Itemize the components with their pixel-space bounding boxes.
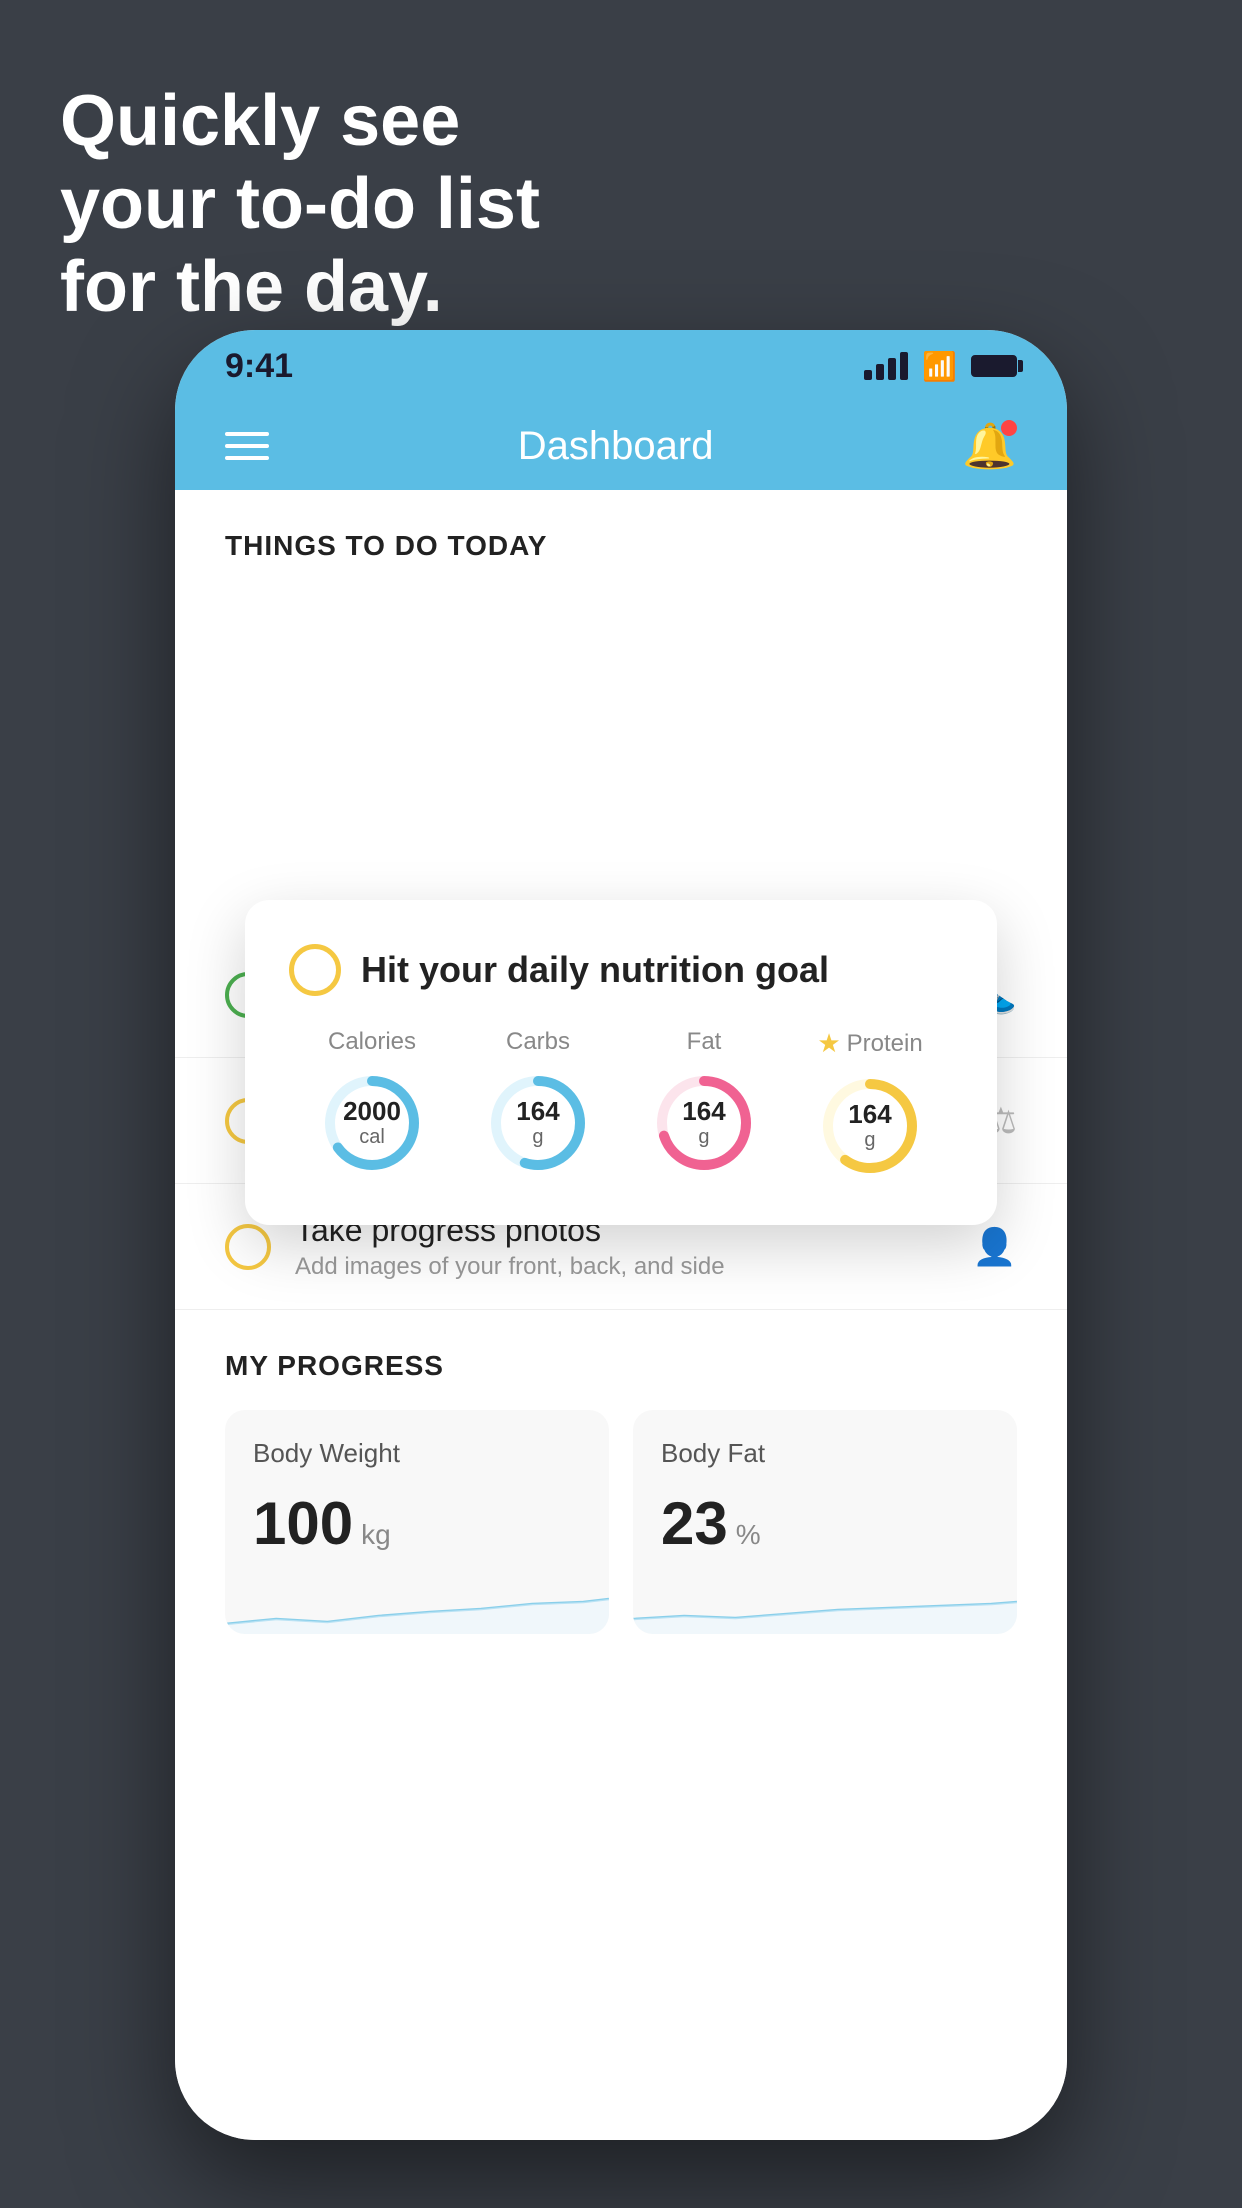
fat-value-center: 164 g [682, 1097, 725, 1149]
todo-circle-photos [225, 1224, 271, 1270]
protein-value-center: 164 g [848, 1100, 891, 1152]
progress-fat-value: 23 [661, 1489, 728, 1558]
notification-dot [1001, 420, 1017, 436]
calories-donut: 2000 cal [317, 1068, 427, 1178]
protein-donut: 164 g [815, 1071, 925, 1181]
progress-card-weight[interactable]: Body Weight 100 kg [225, 1410, 609, 1634]
progress-title: MY PROGRESS [225, 1350, 1017, 1382]
nav-title: Dashboard [518, 424, 714, 469]
calories-value-center: 2000 cal [343, 1097, 401, 1149]
status-time: 9:41 [225, 347, 293, 386]
nav-bar: Dashboard 🔔 [175, 402, 1067, 490]
battery-icon [971, 355, 1017, 377]
things-today-header: THINGS TO DO TODAY [175, 490, 1067, 582]
progress-weight-value-row: 100 kg [253, 1489, 581, 1558]
nutrition-fat: Fat 164 g [649, 1028, 759, 1178]
nutrition-row: Calories 2000 cal Carbs [289, 1028, 953, 1181]
progress-fat-value-row: 23 % [661, 1489, 989, 1558]
progress-card-fat-title: Body Fat [661, 1438, 989, 1469]
progress-cards: Body Weight 100 kg Body Fat [225, 1410, 1017, 1634]
progress-section: MY PROGRESS Body Weight 100 kg [175, 1310, 1067, 1654]
fat-label: Fat [687, 1028, 722, 1056]
card-spacer [175, 582, 1067, 922]
star-icon: ★ [817, 1028, 840, 1059]
nutrition-carbs: Carbs 164 g [483, 1028, 593, 1178]
floating-nutrition-card: Hit your daily nutrition goal Calories 2… [245, 900, 997, 1225]
main-content: THINGS TO DO TODAY Running Track your st… [175, 490, 1067, 2140]
fat-donut: 164 g [649, 1068, 759, 1178]
progress-card-weight-title: Body Weight [253, 1438, 581, 1469]
carbs-value-center: 164 g [516, 1097, 559, 1149]
photo-icon: 👤 [972, 1226, 1017, 1268]
wifi-icon: 📶 [922, 350, 957, 383]
todo-desc-photos: Add images of your front, back, and side [295, 1253, 948, 1281]
notification-bell[interactable]: 🔔 [962, 420, 1017, 472]
carbs-label: Carbs [506, 1028, 570, 1056]
task-incomplete-circle[interactable] [289, 944, 341, 996]
signal-icon [864, 352, 908, 380]
hamburger-menu[interactable] [225, 432, 269, 460]
nutrition-calories: Calories 2000 cal [317, 1028, 427, 1178]
progress-weight-unit: kg [361, 1519, 391, 1551]
status-icons: 📶 [864, 350, 1017, 383]
progress-weight-chart [225, 1574, 609, 1634]
carbs-donut: 164 g [483, 1068, 593, 1178]
things-today-title: THINGS TO DO TODAY [225, 530, 1017, 562]
status-bar: 9:41 📶 [175, 330, 1067, 402]
progress-fat-unit: % [736, 1519, 761, 1551]
protein-label: ★ Protein [817, 1028, 922, 1059]
progress-card-fat[interactable]: Body Fat 23 % [633, 1410, 1017, 1634]
progress-weight-value: 100 [253, 1489, 353, 1558]
hero-text: Quickly see your to-do list for the day. [60, 80, 540, 328]
progress-fat-chart [633, 1574, 1017, 1634]
calories-label: Calories [328, 1028, 416, 1056]
card-title-row: Hit your daily nutrition goal [289, 944, 953, 996]
card-main-title: Hit your daily nutrition goal [361, 949, 829, 991]
phone-frame: 9:41 📶 Dashboard 🔔 THINGS TO DO TODAY [175, 330, 1067, 2140]
nutrition-protein: ★ Protein 164 g [815, 1028, 925, 1181]
